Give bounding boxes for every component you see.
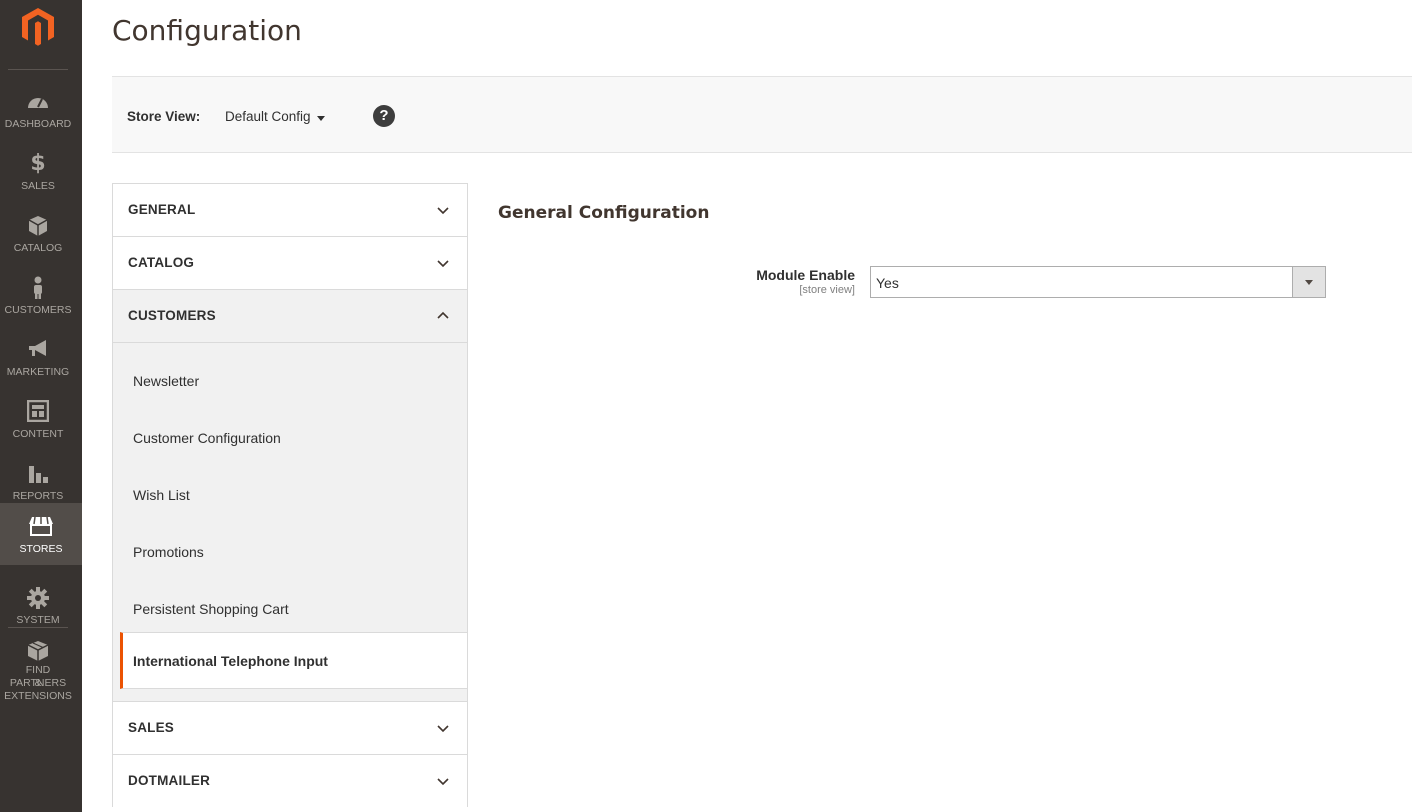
tab-item-international-telephone-input[interactable]: International Telephone Input — [120, 632, 467, 689]
menu-label: DASHBOARD — [4, 118, 72, 130]
help-icon[interactable]: ? — [373, 105, 395, 127]
store-view-switcher[interactable]: Default Config — [225, 109, 311, 124]
caret-down-icon[interactable] — [317, 116, 325, 121]
menu-label-line2: & EXTENSIONS — [4, 677, 72, 702]
chevron-down-icon — [437, 778, 449, 786]
menu-divider — [8, 69, 68, 70]
store-view-bar: Store View: Default Config ? — [112, 76, 1412, 153]
megaphone-icon — [29, 340, 46, 356]
menu-label: MARKETING — [6, 366, 70, 378]
store-icon — [29, 516, 53, 536]
layout-icon — [27, 400, 49, 422]
menu-label: STORES — [19, 543, 63, 555]
gear-icon — [27, 587, 49, 609]
dollar-icon: $ — [30, 151, 46, 176]
tab-item-label: Persistent Shopping Cart — [133, 601, 289, 617]
menu-item-customers[interactable]: CUSTOMERS — [0, 264, 76, 326]
select-value: Yes — [876, 275, 899, 291]
tab-item-label: Wish List — [133, 487, 190, 503]
tab-label: SALES — [128, 720, 175, 735]
menu-label: CUSTOMERS — [4, 304, 72, 316]
tab-item-customer-configuration[interactable]: Customer Configuration — [113, 409, 467, 466]
menu-label: CONTENT — [12, 428, 64, 440]
menu-item-marketing[interactable]: MARKETING — [0, 326, 76, 388]
tab-spacer — [112, 689, 468, 701]
dashboard-icon — [28, 98, 48, 108]
chevron-up-icon — [437, 311, 449, 319]
tab-dotmailer[interactable]: DOTMAILER — [112, 754, 468, 807]
page-title: Configuration — [112, 14, 302, 47]
menu-item-stores[interactable]: STORES — [0, 503, 82, 565]
customers-subitems: Newsletter Customer Configuration Wish L… — [112, 342, 468, 689]
tab-general[interactable]: GENERAL — [112, 183, 468, 236]
select-arrow-icon[interactable] — [1292, 267, 1325, 297]
person-icon — [34, 276, 42, 299]
section-title: General Configuration — [498, 203, 710, 223]
tab-label: CUSTOMERS — [128, 308, 216, 323]
menu-item-find-partners[interactable]: FIND PARTNERS & EXTENSIONS — [0, 636, 76, 702]
menu-label: SALES — [21, 180, 55, 192]
tab-item-persistent-shopping-cart[interactable]: Persistent Shopping Cart — [113, 580, 467, 632]
chevron-down-icon — [437, 207, 449, 215]
menu-divider — [8, 627, 68, 628]
tab-item-label: Newsletter — [133, 373, 200, 389]
tab-item-promotions[interactable]: Promotions — [113, 523, 467, 580]
store-view-label: Store View: — [127, 109, 201, 124]
tab-item-wish-list[interactable]: Wish List — [113, 466, 467, 523]
tab-sales[interactable]: SALES — [112, 701, 468, 754]
tab-item-label: Customer Configuration — [133, 430, 281, 446]
chevron-down-icon — [437, 260, 449, 268]
tab-label: CATALOG — [128, 255, 195, 270]
tab-customers[interactable]: CUSTOMERS — [112, 289, 468, 342]
menu-label: REPORTS — [12, 490, 64, 502]
config-tabs: GENERAL CATALOG CUSTOMERS Newsletter Cus… — [112, 183, 468, 807]
tab-item-label: Promotions — [133, 544, 204, 560]
magento-logo[interactable] — [20, 6, 56, 48]
field-label: Module Enable — [756, 267, 855, 283]
module-enable-select[interactable]: Yes — [870, 266, 1326, 298]
menu-item-catalog[interactable]: CATALOG — [0, 202, 76, 264]
menu-label: SYSTEM — [16, 614, 60, 626]
tab-catalog[interactable]: CATALOG — [112, 236, 468, 289]
menu-item-sales[interactable]: $ SALES — [0, 140, 76, 202]
box-icon — [28, 216, 48, 236]
module-enable-label: Module Enable [store view] — [756, 267, 855, 296]
blocks-icon — [27, 641, 49, 661]
menu-item-dashboard[interactable]: DASHBOARD — [0, 78, 76, 140]
menu-item-content[interactable]: CONTENT — [0, 388, 76, 450]
field-scope: [store view] — [799, 284, 855, 296]
admin-menu: DASHBOARD $ SALES CATALOG CUSTOMERS MARK… — [0, 0, 82, 812]
chevron-down-icon — [437, 725, 449, 733]
tab-label: DOTMAILER — [128, 773, 211, 788]
menu-label: CATALOG — [13, 242, 63, 254]
bar-chart-icon — [29, 466, 48, 483]
tab-item-newsletter[interactable]: Newsletter — [113, 343, 467, 409]
tab-item-label: International Telephone Input — [133, 653, 328, 669]
tab-label: GENERAL — [128, 202, 196, 217]
